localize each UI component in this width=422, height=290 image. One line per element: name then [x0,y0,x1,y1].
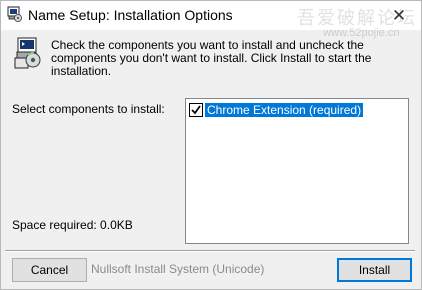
title-bar[interactable]: Name Setup: Installation Options 吾爱破解论坛 … [1,1,421,39]
cancel-button[interactable]: Cancel [12,258,87,282]
window-title: Name Setup: Installation Options [28,7,233,23]
installer-disk-icon [14,37,44,69]
install-button[interactable]: Install [337,258,412,282]
checkmark-icon [191,105,201,115]
component-item-chrome-extension[interactable]: Chrome Extension (required) [189,103,364,117]
select-components-label: Select components to install: [12,102,165,116]
instructions-text: Check the components you want to install… [51,38,372,78]
installer-app-icon [7,6,23,23]
component-label[interactable]: Chrome Extension (required) [205,103,364,117]
space-required-text: Space required: 0.0KB [12,218,133,232]
components-tree[interactable]: Chrome Extension (required) [185,98,409,244]
nsis-branding-text: Nullsoft Install System (Unicode) [91,262,265,276]
close-icon: ✕ [391,5,407,25]
component-checkbox[interactable] [189,103,203,117]
footer-divider [5,250,415,252]
installer-window: Name Setup: Installation Options 吾爱破解论坛 … [0,0,422,290]
close-button[interactable]: ✕ [377,1,421,30]
